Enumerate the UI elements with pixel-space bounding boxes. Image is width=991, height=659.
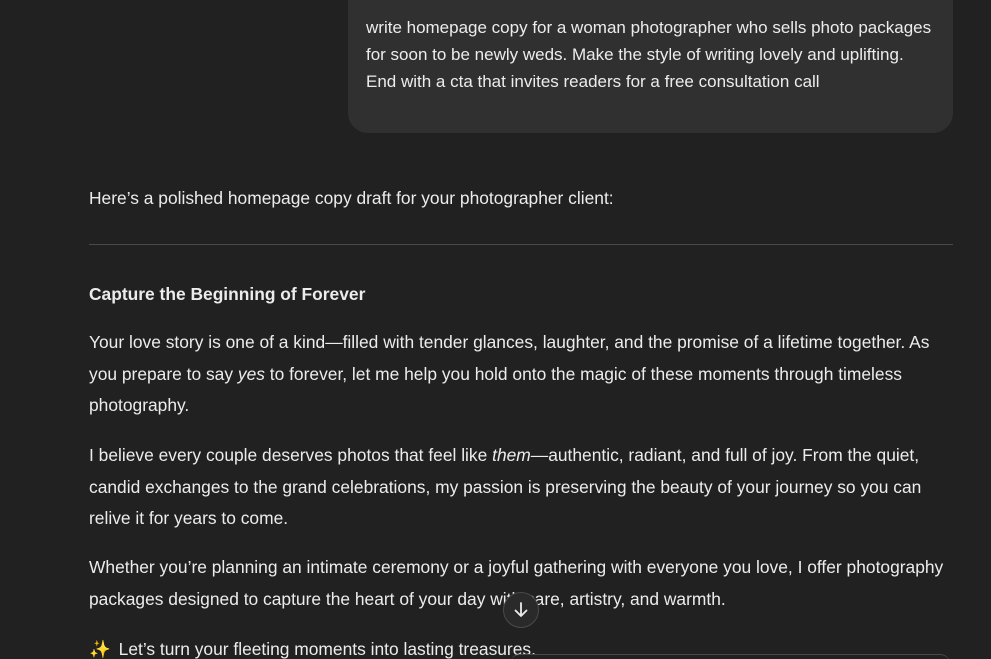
paragraph-1: Your love story is one of a kind—filled …	[89, 332, 930, 415]
copy-heading: Capture the Beginning of Forever	[89, 284, 366, 304]
user-message-bubble: write homepage copy for a woman photogra…	[348, 0, 953, 133]
paragraph-2: I believe every couple deserves photos t…	[89, 445, 922, 528]
sparkles-icon: ✨	[89, 639, 111, 659]
user-message-text: write homepage copy for a woman photogra…	[366, 18, 932, 91]
composer-input-edge[interactable]	[510, 654, 950, 659]
divider	[89, 244, 953, 245]
arrow-down-icon	[514, 602, 528, 617]
assistant-intro: Here’s a polished homepage copy draft fo…	[89, 188, 614, 208]
scroll-to-bottom-button[interactable]	[503, 592, 539, 628]
